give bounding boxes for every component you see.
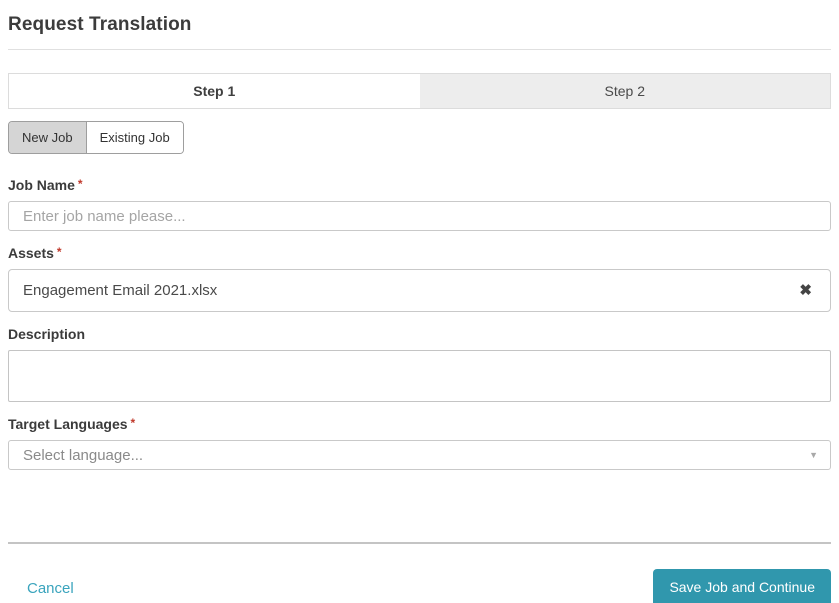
description-label: Description bbox=[8, 326, 86, 342]
step-2[interactable]: Step 2 bbox=[419, 74, 830, 108]
job-name-group: Job Name * bbox=[8, 177, 831, 231]
target-languages-label: Target Languages * bbox=[8, 416, 135, 432]
assets-group: Assets * Engagement Email 2021.xlsx ✖ bbox=[8, 245, 831, 312]
save-job-continue-button[interactable]: Save Job and Continue bbox=[653, 569, 831, 603]
description-textarea[interactable] bbox=[8, 350, 831, 402]
page-title: Request Translation bbox=[8, 14, 192, 35]
footer-divider bbox=[8, 542, 831, 544]
select-placeholder: Select language... bbox=[23, 446, 144, 464]
step-1[interactable]: Step 1 bbox=[9, 74, 420, 108]
asset-file-name: Engagement Email 2021.xlsx bbox=[23, 282, 218, 299]
page-header: Request Translation bbox=[8, 0, 831, 50]
required-asterisk: * bbox=[77, 177, 83, 191]
assets-label: Assets * bbox=[8, 245, 62, 261]
footer: Cancel Save Job and Continue bbox=[8, 569, 831, 603]
required-asterisk: * bbox=[130, 416, 136, 430]
step-2-label: Step 2 bbox=[604, 83, 645, 99]
tab-existing-job[interactable]: Existing Job bbox=[85, 122, 183, 153]
required-asterisk: * bbox=[56, 245, 62, 259]
target-languages-label-text: Target Languages bbox=[8, 416, 128, 432]
chevron-down-icon: ▼ bbox=[809, 450, 818, 460]
job-name-label-text: Job Name bbox=[8, 177, 75, 193]
cancel-link[interactable]: Cancel bbox=[27, 580, 74, 597]
assets-field: Engagement Email 2021.xlsx ✖ bbox=[8, 269, 831, 312]
description-group: Description bbox=[8, 326, 831, 402]
target-languages-select[interactable]: Select language... ▼ bbox=[8, 440, 831, 470]
job-type-tabs: New Job Existing Job bbox=[8, 121, 184, 154]
tab-new-job[interactable]: New Job bbox=[9, 122, 86, 153]
job-name-label: Job Name * bbox=[8, 177, 83, 193]
request-translation-panel: Request Translation Step 1 Step 2 New Jo… bbox=[0, 0, 839, 603]
assets-label-text: Assets bbox=[8, 245, 54, 261]
step-indicator: Step 1 Step 2 bbox=[8, 73, 831, 109]
target-languages-group: Target Languages * Select language... ▼ bbox=[8, 416, 831, 470]
step-1-label: Step 1 bbox=[193, 83, 236, 99]
job-name-input[interactable] bbox=[8, 201, 831, 231]
remove-asset-icon[interactable]: ✖ bbox=[799, 283, 812, 298]
